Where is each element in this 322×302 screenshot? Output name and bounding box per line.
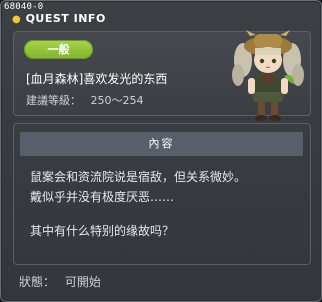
window-title-text: QUEST INFO bbox=[25, 12, 106, 25]
recommended-level: 建議等級： 250～254 bbox=[26, 92, 144, 108]
quest-category-badge: 一般 bbox=[24, 40, 93, 59]
quest-status: 狀態： 可開始 bbox=[19, 273, 101, 290]
npc-portrait-icon bbox=[232, 30, 304, 121]
quest-info-window: 68040-0 ● QUEST INFO 一般 [血月森林]喜欢发光的东西 建議… bbox=[0, 0, 322, 302]
content-line: 戴似乎并没有极度厌恶…… bbox=[30, 190, 175, 204]
status-label: 狀態： bbox=[19, 275, 56, 289]
level-label: 建議等級： bbox=[26, 94, 81, 107]
content-header: 內容 bbox=[20, 132, 303, 156]
title-bar[interactable]: ● QUEST INFO bbox=[1, 1, 321, 29]
content-line: 其中有什么特别的缘故吗？ bbox=[30, 224, 175, 238]
level-range: 250～254 bbox=[90, 94, 144, 107]
quest-content-panel: 內容 鼠案会和资流院说是宿敌，但关系微妙。 戴似乎并没有极度厌恶…… 其中有什么… bbox=[13, 123, 311, 265]
quest-summary-panel: 一般 [血月森林]喜欢发光的东西 建議等級： 250～254 bbox=[13, 30, 311, 121]
status-value: 可開始 bbox=[64, 275, 101, 289]
quest-name: [血月森林]喜欢发光的东西 bbox=[26, 72, 168, 86]
window-title: ● QUEST INFO bbox=[12, 12, 106, 25]
content-line: 鼠案会和资流院说是宿敌，但关系微妙。 bbox=[30, 170, 247, 184]
title-dot-icon: ● bbox=[12, 14, 22, 25]
